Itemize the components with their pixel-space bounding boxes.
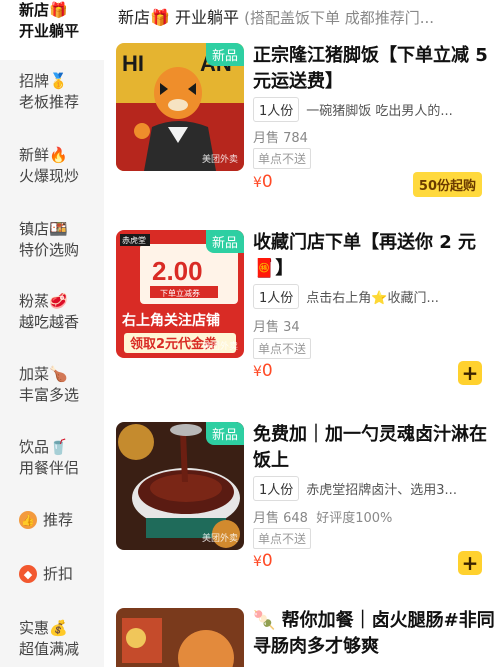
monthly-sales: 月售 648 好评度100% — [253, 511, 393, 526]
category-recommend[interactable]: 👍 推荐 — [0, 509, 104, 531]
no-delivery-tag: 单点不送 — [253, 148, 312, 169]
recommend-icon: 👍 — [19, 511, 37, 529]
spec-row: 1人份 一碗猪脚饭 吃出男人的... — [253, 96, 498, 122]
product-image[interactable] — [116, 608, 244, 667]
price: ¥0 — [253, 551, 273, 571]
watermark: 美团外卖 — [201, 534, 238, 544]
section-subtitle: (搭配盖饭下单 成都推荐门... — [244, 9, 435, 26]
product-card[interactable]: 新品 美团外卖 免费加｜加一勺灵魂卤汁淋在饭上 1人份 赤虎堂招牌卤汁、选用3.… — [116, 422, 500, 612]
min-order-badge[interactable]: 50份起购 — [412, 172, 482, 197]
new-badge: 新品 — [205, 422, 244, 445]
category-add-dish[interactable]: 加菜🍗 丰富多选 — [0, 364, 104, 406]
section-header: 新店🎁 开业躺平 (搭配盖饭下单 成都推荐门... — [118, 4, 500, 26]
category-special[interactable]: 镇店🍱 特价选购 — [0, 219, 104, 261]
spec-row: 1人份 赤虎堂招牌卤汁、选用3... — [253, 475, 498, 501]
product-desc: 点击右上角⭐收藏门... — [306, 290, 439, 306]
category-new-store[interactable]: 新店🎁 开业躺平 — [0, 0, 104, 60]
category-drinks[interactable]: 饮品🥤 用餐伴侣 — [0, 437, 104, 479]
product-image[interactable]: HI AN 新品 美团外卖 — [116, 43, 244, 171]
sausage-illustration — [116, 608, 244, 667]
product-title: 🍡 帮你加餐｜卤火腿肠#非同寻肠肉多才够爽 — [253, 610, 495, 657]
product-image[interactable]: 新品 美团外卖 — [116, 422, 244, 550]
no-delivery-tag: 单点不送 — [253, 528, 312, 549]
spec-tag[interactable]: 1人份 — [253, 283, 300, 309]
product-image[interactable]: 2.00 下单立减券 右上角关注店铺 领取2元代金券 赤虎堂 新品 美团外卖 — [116, 230, 244, 358]
svg-text:HI: HI — [122, 51, 144, 76]
product-card[interactable]: 2.00 下单立减券 右上角关注店铺 领取2元代金券 赤虎堂 新品 美团外卖 收… — [116, 230, 500, 420]
monthly-sales: 月售 784 — [253, 131, 308, 146]
section-title: 新店🎁 开业躺平 — [118, 8, 240, 26]
product-title: 收藏门店下单【再送你 2 元🧧】 — [253, 232, 477, 279]
category-signature[interactable]: 招牌🥇 老板推荐 — [0, 71, 104, 113]
watermark: 美团外卖 — [201, 155, 238, 165]
monthly-sales: 月售 34 — [253, 320, 300, 335]
spec-tag[interactable]: 1人份 — [253, 475, 300, 501]
product-card[interactable]: HI AN 新品 美团外卖 正宗隆江猪脚饭【下单立减 5 元运送费】 1人份 一… — [116, 43, 500, 233]
category-sidebar: 新店🎁 开业躺平 招牌🥇 老板推荐 新鲜🔥 火爆现炒 镇店🍱 特价选购 粉蒸🥩 … — [0, 0, 104, 667]
product-card[interactable]: 🍡 帮你加餐｜卤火腿肠#非同寻肠肉多才够爽 — [116, 608, 500, 667]
category-steamed[interactable]: 粉蒸🥩 越吃越香 — [0, 291, 104, 333]
product-desc: 赤虎堂招牌卤汁、选用3... — [306, 482, 457, 498]
category-value[interactable]: 实惠💰 超值满减 — [0, 618, 104, 660]
svg-text:下单立减券: 下单立减券 — [160, 288, 200, 298]
price: ¥0 — [253, 172, 273, 192]
svg-text:赤虎堂: 赤虎堂 — [122, 235, 146, 245]
svg-text:右上角关注店铺: 右上角关注店铺 — [121, 312, 220, 329]
category-discount[interactable]: ◆ 折扣 — [0, 563, 104, 585]
add-to-cart-button[interactable]: + — [458, 551, 482, 575]
spec-tag[interactable]: 1人份 — [253, 96, 300, 122]
rating: 好评度100% — [316, 511, 393, 526]
product-desc: 一碗猪脚饭 吃出男人的... — [306, 103, 453, 119]
svg-text:2.00: 2.00 — [152, 256, 203, 286]
spec-row: 1人份 点击右上角⭐收藏门... — [253, 283, 498, 309]
no-delivery-tag: 单点不送 — [253, 338, 312, 359]
product-title: 正宗隆江猪脚饭【下单立减 5 元运送费】 — [253, 45, 488, 92]
new-badge: 新品 — [205, 43, 244, 66]
discount-icon: ◆ — [19, 565, 37, 583]
category-fresh[interactable]: 新鲜🔥 火爆现炒 — [0, 145, 104, 187]
price: ¥0 — [253, 361, 273, 381]
watermark: 美团外卖 — [201, 342, 238, 352]
product-title: 免费加｜加一勺灵魂卤汁淋在饭上 — [253, 424, 487, 471]
add-to-cart-button[interactable]: + — [458, 361, 482, 385]
new-badge: 新品 — [205, 230, 244, 253]
